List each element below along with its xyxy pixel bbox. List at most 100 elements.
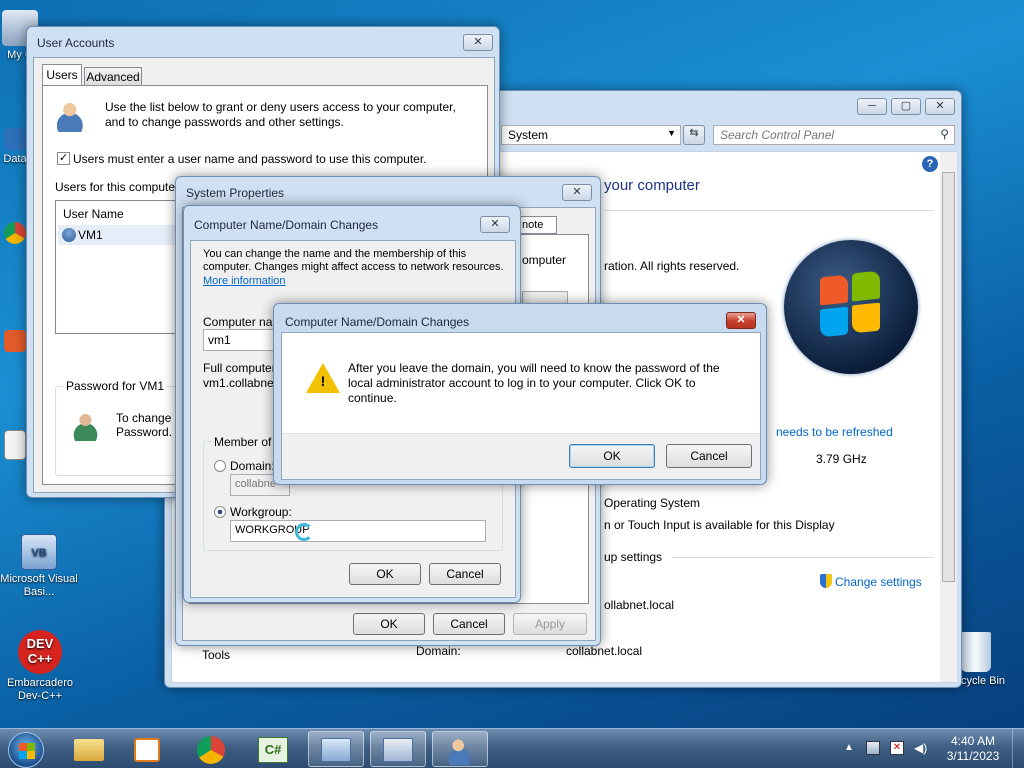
require-password-checkbox[interactable]: ✓ [57, 152, 70, 165]
users-for-label: Users for this compute [55, 180, 176, 194]
user-key-icon [72, 411, 102, 441]
start-button[interactable] [8, 732, 44, 768]
alert-content: ! After you leave the domain, you will n… [281, 332, 761, 480]
scrollbar-thumb[interactable] [942, 172, 955, 582]
input-value: collabne [235, 478, 276, 490]
dropdown-icon[interactable]: ▼ [667, 128, 676, 138]
taskbar-user-accounts[interactable] [432, 731, 488, 767]
alert-message: After you leave the domain, you will nee… [348, 361, 720, 405]
close-button[interactable]: ✕ [726, 312, 756, 329]
button-area: OK Cancel [282, 433, 760, 479]
computer-domain-fragment: ollabnet.local [604, 598, 675, 612]
touch-text: n or Touch Input is available for this D… [604, 518, 835, 532]
close-button[interactable]: ✕ [562, 184, 592, 201]
divider [672, 557, 934, 558]
ok-button[interactable]: OK [349, 563, 421, 585]
warning-mark: ! [320, 373, 326, 389]
checkbox-label[interactable]: Users must enter a user name and passwor… [73, 152, 427, 166]
scrollbar[interactable] [940, 152, 957, 682]
search-placeholder: Search Control Panel [720, 128, 835, 142]
close-button[interactable]: ✕ [480, 216, 510, 233]
desktop-icon-visual-basic[interactable]: VB Microsoft Visual Basi... [0, 534, 78, 599]
desktop-icon-devcpp[interactable]: DEV C++ Embarcadero Dev-C++ [0, 630, 80, 703]
chrome-icon [197, 736, 225, 764]
workgroup-radio-label[interactable]: Workgroup: [230, 505, 292, 519]
shield-icon [820, 574, 832, 588]
taskbar: C# ▲ ✕ ◀) 4:40 AM 3/11/2023 [0, 728, 1024, 768]
cancel-button[interactable]: Cancel [429, 563, 501, 585]
windows-logo-icon [19, 743, 35, 759]
csharp-icon: C# [258, 737, 288, 763]
password-group: Password for VM1 To change Password. [55, 379, 195, 476]
tab-remote[interactable]: note [519, 216, 557, 234]
dialog-title: Computer Name/Domain Changes [285, 315, 470, 329]
domain-value: collabnet.local [566, 644, 643, 658]
column-header-user-name[interactable]: User Name [63, 207, 124, 221]
group-title: Password for VM1 [64, 379, 167, 393]
tools-label: Tools [202, 648, 231, 662]
taskbar-media-player[interactable] [120, 731, 176, 767]
alert-dialog: Computer Name/Domain Changes ✕ ! After y… [273, 303, 767, 485]
tab-label: Advanced [86, 70, 140, 84]
workgroup-radio[interactable] [214, 506, 226, 518]
refresh-icon[interactable]: ⇆ [683, 125, 705, 145]
domain-radio[interactable] [214, 460, 226, 472]
close-button[interactable]: ✕ [463, 34, 493, 51]
recycle-bin-icon [961, 632, 991, 672]
shortcut-icon [4, 128, 26, 150]
domain-label: Domain: [416, 644, 461, 658]
system-properties-icon [383, 738, 413, 762]
maximize-button[interactable]: ▢ [891, 98, 921, 115]
tab-users[interactable]: Users [42, 64, 82, 86]
tab-advanced[interactable]: Advanced [84, 67, 142, 86]
address-text: System [508, 128, 549, 142]
windows-logo-icon [784, 240, 918, 374]
media-player-icon [134, 738, 160, 762]
show-desktop-button[interactable] [1012, 729, 1024, 768]
change-settings-link[interactable]: Change settings [835, 575, 922, 589]
minimize-button[interactable]: ─ [857, 98, 887, 115]
clock-time: 4:40 AM [950, 734, 996, 748]
search-icon: ⚲ [940, 127, 949, 141]
volume-icon[interactable]: ◀) [914, 741, 927, 755]
taskbar-csharp[interactable]: C# [246, 731, 302, 767]
apply-button[interactable]: Apply [513, 613, 587, 635]
tab-label: note [522, 219, 544, 231]
taskbar-chrome[interactable] [184, 731, 240, 767]
visual-basic-icon: VB [21, 534, 57, 570]
intro-text: You can change the name and the membersh… [203, 248, 504, 273]
more-information-link[interactable]: More information [203, 274, 286, 288]
taskbar-explorer[interactable] [62, 731, 118, 767]
show-hidden-icons[interactable]: ▲ [844, 742, 854, 753]
table-row[interactable]: VM1 [58, 225, 194, 245]
network-icon[interactable] [866, 741, 880, 755]
ok-button[interactable]: OK [569, 444, 655, 468]
close-button[interactable]: ✕ [925, 98, 955, 115]
desktop-icon-label: Embarcadero Dev-C++ [6, 677, 74, 702]
search-input[interactable]: Search Control Panel ⚲ [713, 125, 955, 145]
clock-date: 3/11/2023 [946, 749, 1000, 763]
address-bar[interactable]: System ▼ [501, 125, 681, 145]
intro-text: Use the list below to grant or deny user… [105, 100, 456, 129]
taskbar-system-properties[interactable] [370, 731, 426, 767]
cancel-button[interactable]: Cancel [666, 444, 752, 468]
window-title: System Properties [186, 186, 285, 200]
taskbar-control-panel[interactable] [308, 731, 364, 767]
group-title: Member of [212, 435, 274, 449]
action-center-icon[interactable]: ✕ [890, 741, 904, 755]
input-value: vm1 [208, 333, 231, 347]
control-panel-icon [321, 738, 351, 762]
users-icon [447, 737, 475, 765]
chrome-icon [4, 222, 26, 244]
clock[interactable]: 4:40 AM 3/11/2023 [940, 734, 1006, 764]
workgroup-input[interactable]: WORKGROUP [230, 520, 486, 542]
window-title: User Accounts [37, 36, 115, 50]
busy-cursor-icon [295, 523, 313, 541]
help-icon[interactable]: ? [922, 156, 938, 172]
users-list[interactable]: User Name VM1 [55, 200, 195, 334]
domain-radio-label[interactable]: Domain: [230, 459, 275, 473]
refresh-link[interactable]: needs to be refreshed [776, 425, 893, 439]
ok-button[interactable]: OK [353, 613, 425, 635]
copyright-text: ration. All rights reserved. [604, 259, 740, 273]
cancel-button[interactable]: Cancel [433, 613, 505, 635]
